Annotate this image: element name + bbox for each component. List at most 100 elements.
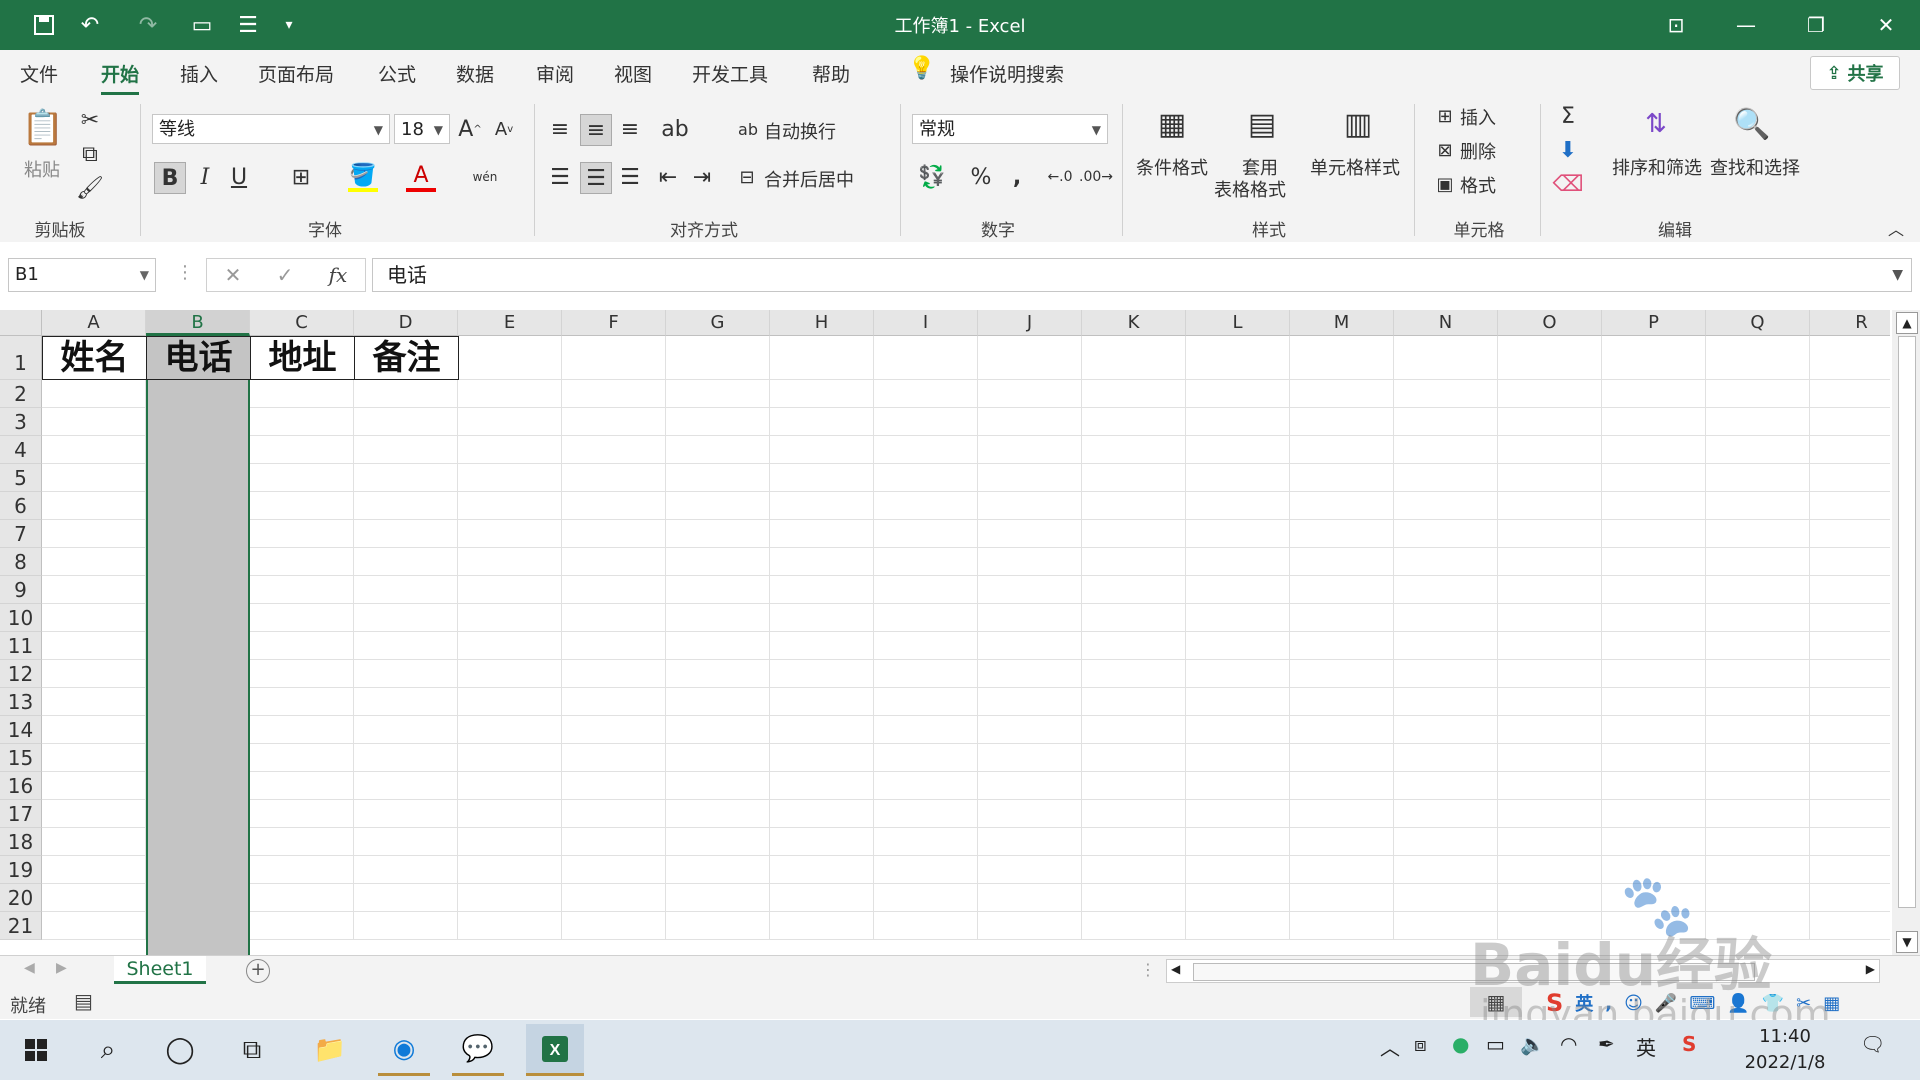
cell-n13[interactable]	[1394, 688, 1498, 716]
cell-d6[interactable]	[354, 492, 458, 520]
insert-function-icon[interactable]: fx	[329, 263, 348, 287]
battery-icon[interactable]: ▭	[1486, 1032, 1505, 1056]
cell-p20[interactable]	[1602, 884, 1706, 912]
tab-view[interactable]: 视图	[614, 60, 652, 87]
ribbon-display-icon[interactable]: ⊡	[1642, 0, 1710, 50]
cell-j9[interactable]	[978, 576, 1082, 604]
cell-f2[interactable]	[562, 380, 666, 408]
cell-i11[interactable]	[874, 632, 978, 660]
cell-c20[interactable]	[250, 884, 354, 912]
cell-i19[interactable]	[874, 856, 978, 884]
cell-m5[interactable]	[1290, 464, 1394, 492]
cell-k21[interactable]	[1082, 912, 1186, 940]
cell-c5[interactable]	[250, 464, 354, 492]
cell-m18[interactable]	[1290, 828, 1394, 856]
cell-h15[interactable]	[770, 744, 874, 772]
cell-k19[interactable]	[1082, 856, 1186, 884]
cell-e9[interactable]	[458, 576, 562, 604]
paste-icon[interactable]: 📋	[22, 104, 64, 152]
cell-n15[interactable]	[1394, 744, 1498, 772]
cell-j17[interactable]	[978, 800, 1082, 828]
cell-f4[interactable]	[562, 436, 666, 464]
cell-r13[interactable]	[1810, 688, 1890, 716]
cell-l18[interactable]	[1186, 828, 1290, 856]
cell-n18[interactable]	[1394, 828, 1498, 856]
pen-icon[interactable]: ✒	[1598, 1032, 1615, 1056]
cell-n4[interactable]	[1394, 436, 1498, 464]
align-top-icon[interactable]: ≡	[546, 114, 574, 144]
cell-f11[interactable]	[562, 632, 666, 660]
cell-p15[interactable]	[1602, 744, 1706, 772]
tab-help[interactable]: 帮助	[812, 60, 850, 87]
column-header-f[interactable]: F	[562, 310, 666, 336]
tools-icon[interactable]: ✂	[1796, 993, 1811, 1014]
cell-q10[interactable]	[1706, 604, 1810, 632]
cell-a3[interactable]	[42, 408, 146, 436]
cell-j2[interactable]	[978, 380, 1082, 408]
cell-n21[interactable]	[1394, 912, 1498, 940]
cell-h19[interactable]	[770, 856, 874, 884]
cell-o4[interactable]	[1498, 436, 1602, 464]
cell-f18[interactable]	[562, 828, 666, 856]
cell-p2[interactable]	[1602, 380, 1706, 408]
cell-e17[interactable]	[458, 800, 562, 828]
cell-i3[interactable]	[874, 408, 978, 436]
grid-menu-icon[interactable]: ▦	[1823, 993, 1840, 1014]
cell-l1[interactable]	[1186, 336, 1290, 380]
prev-sheet-icon[interactable]: ◀	[24, 960, 35, 976]
row-header-3[interactable]: 3	[0, 408, 42, 436]
cell-d10[interactable]	[354, 604, 458, 632]
volume-icon[interactable]: 🔈	[1520, 1032, 1545, 1056]
cell-o8[interactable]	[1498, 548, 1602, 576]
cell-l12[interactable]	[1186, 660, 1290, 688]
cell-q17[interactable]	[1706, 800, 1810, 828]
cell-o12[interactable]	[1498, 660, 1602, 688]
cell-n17[interactable]	[1394, 800, 1498, 828]
horizontal-scrollbar[interactable]: ◀ ▶	[1166, 959, 1880, 983]
cell-g18[interactable]	[666, 828, 770, 856]
cell-c17[interactable]	[250, 800, 354, 828]
scroll-thumb[interactable]	[1898, 336, 1916, 908]
cell-e2[interactable]	[458, 380, 562, 408]
cell-m16[interactable]	[1290, 772, 1394, 800]
increase-decimal-icon[interactable]: ←.0	[1044, 162, 1076, 192]
cell-d18[interactable]	[354, 828, 458, 856]
enter-icon[interactable]: ✓	[277, 263, 294, 287]
cell-p21[interactable]	[1602, 912, 1706, 940]
row-header-7[interactable]: 7	[0, 520, 42, 548]
restore-icon[interactable]: ❐	[1782, 0, 1850, 50]
cell-i1[interactable]	[874, 336, 978, 380]
sort-filter-button[interactable]: 排序和筛选	[1612, 154, 1702, 180]
cell-a21[interactable]	[42, 912, 146, 940]
cell-j5[interactable]	[978, 464, 1082, 492]
find-select-icon[interactable]: 🔍	[1730, 102, 1774, 146]
cell-k17[interactable]	[1082, 800, 1186, 828]
cell-e18[interactable]	[458, 828, 562, 856]
cell-k2[interactable]	[1082, 380, 1186, 408]
cell-m15[interactable]	[1290, 744, 1394, 772]
cell-r2[interactable]	[1810, 380, 1890, 408]
edge-browser-icon[interactable]: ◉	[378, 1024, 430, 1076]
cell-f21[interactable]	[562, 912, 666, 940]
cell-h10[interactable]	[770, 604, 874, 632]
cell-n16[interactable]	[1394, 772, 1498, 800]
cell-i20[interactable]	[874, 884, 978, 912]
italic-button[interactable]: I	[190, 162, 220, 192]
tray-app-icon[interactable]: ⧈	[1414, 1032, 1427, 1056]
currency-icon[interactable]: 💱	[912, 162, 952, 192]
delete-cells-button[interactable]: 删除	[1460, 138, 1496, 164]
cell-g5[interactable]	[666, 464, 770, 492]
cell-d19[interactable]	[354, 856, 458, 884]
cell-f5[interactable]	[562, 464, 666, 492]
cell-j7[interactable]	[978, 520, 1082, 548]
cell-a2[interactable]	[42, 380, 146, 408]
punctuation-icon[interactable]: ,	[1605, 993, 1612, 1014]
wechat-icon[interactable]: 💬	[452, 1024, 504, 1076]
cell-d8[interactable]	[354, 548, 458, 576]
cell-p6[interactable]	[1602, 492, 1706, 520]
cell-h5[interactable]	[770, 464, 874, 492]
cell-r1[interactable]	[1810, 336, 1890, 380]
cell-n2[interactable]	[1394, 380, 1498, 408]
scroll-up-icon[interactable]: ▲	[1896, 312, 1918, 334]
cell-d3[interactable]	[354, 408, 458, 436]
